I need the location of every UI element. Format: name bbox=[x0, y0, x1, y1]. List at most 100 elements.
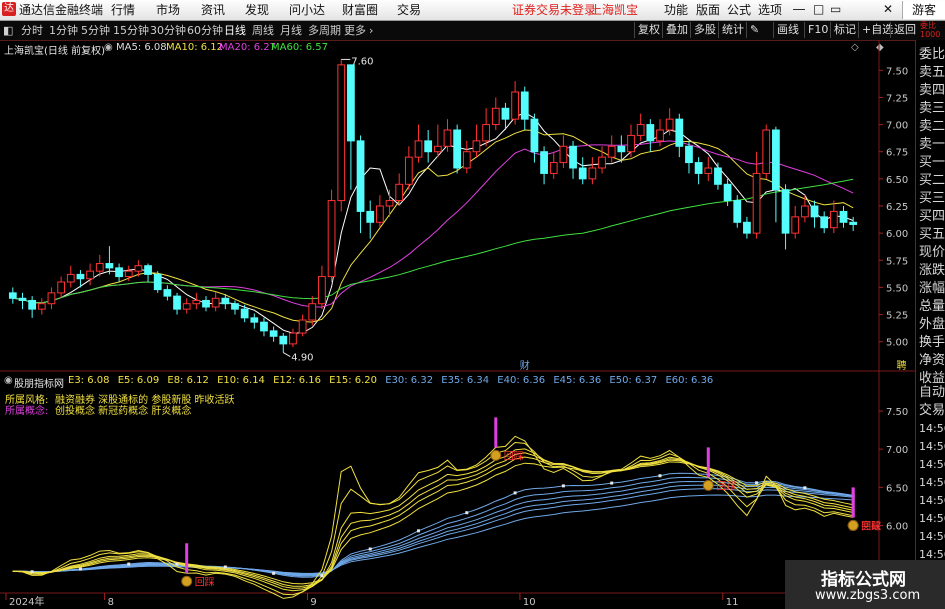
candle-body bbox=[163, 289, 172, 297]
y-tick-label: 7.50 bbox=[886, 66, 908, 77]
stats-button[interactable]: 统计 bbox=[718, 22, 747, 38]
side-panel-item[interactable]: 买二 bbox=[919, 172, 945, 190]
side-panel-item[interactable]: 外盘 bbox=[919, 316, 945, 334]
menu-item-formula[interactable]: 公式 bbox=[727, 3, 751, 17]
candle bbox=[569, 140, 577, 179]
tab-period-15min[interactable]: 15分钟 bbox=[113, 23, 149, 38]
menu-item-function[interactable]: 功能 bbox=[664, 3, 688, 17]
y-tick-label: 6.25 bbox=[886, 202, 908, 213]
candle-body bbox=[772, 129, 780, 191]
candle-body bbox=[115, 267, 123, 278]
candle-body bbox=[578, 167, 587, 180]
overlay-button[interactable]: 叠加 bbox=[662, 22, 691, 38]
candle bbox=[47, 287, 56, 310]
menu-item-discover[interactable]: 发现 bbox=[245, 3, 269, 17]
ema-dot bbox=[465, 511, 469, 515]
side-panel-item[interactable]: 买一 bbox=[919, 154, 945, 172]
side-panel-item[interactable]: 涨幅 bbox=[919, 280, 945, 298]
candle bbox=[347, 64, 355, 190]
tab-period-weekly[interactable]: 周线 bbox=[252, 23, 274, 38]
tab-period-30min[interactable]: 30分钟 bbox=[150, 23, 186, 38]
side-panel-item[interactable]: 买三 bbox=[919, 190, 945, 208]
ema-long-line bbox=[12, 494, 854, 574]
draw-icon[interactable]: ✎ bbox=[746, 22, 762, 38]
chevron-right-icon[interactable]: › bbox=[369, 23, 373, 38]
tab-period-multi[interactable]: 多周期 bbox=[308, 23, 341, 38]
candle-body bbox=[385, 200, 394, 207]
side-panel-item[interactable]: 卖四 bbox=[919, 82, 945, 100]
menu-item-market[interactable]: 行情 bbox=[111, 3, 135, 17]
side-panel-auto[interactable]: 自动 bbox=[919, 384, 945, 402]
menu-item-wealth[interactable]: 财富圈 bbox=[342, 3, 378, 17]
candle bbox=[18, 292, 27, 310]
menu-bar: 达 通达信金融终端 行情 市场 资讯 发现 问小达 财富圈 交易 证券交易未登录… bbox=[0, 0, 945, 21]
draw-line-button[interactable]: 画线 bbox=[773, 22, 802, 38]
tab-period-monthly[interactable]: 月线 bbox=[280, 23, 302, 38]
candle bbox=[192, 292, 201, 310]
candle-body bbox=[260, 321, 268, 332]
restore-rights-button[interactable]: 复权 bbox=[634, 22, 663, 38]
side-panel-auto[interactable]: 交易 bbox=[919, 402, 945, 420]
menu-item-trade[interactable]: 交易 bbox=[397, 3, 421, 17]
candle-body bbox=[675, 118, 684, 147]
minimize-icon[interactable]: ― bbox=[793, 2, 805, 16]
candle-body bbox=[47, 292, 56, 305]
candle-body bbox=[28, 299, 37, 310]
candle bbox=[231, 300, 239, 315]
menu-item-ask[interactable]: 问小达 bbox=[289, 3, 325, 17]
tab-period-timeshare[interactable]: 分时 bbox=[21, 23, 43, 38]
menu-item-markets[interactable]: 市场 bbox=[156, 3, 180, 17]
candle bbox=[182, 298, 191, 314]
kline-chart[interactable]: 7.604.90财聘 回踩回踩回踩回踩突破 7.507.257.006.756.… bbox=[0, 40, 915, 609]
tab-period-1min[interactable]: 1分钟 bbox=[49, 23, 78, 38]
side-panel-item[interactable]: 委比 bbox=[919, 46, 945, 64]
candle bbox=[202, 296, 210, 312]
candle bbox=[743, 216, 751, 239]
x-tick-label: 9 bbox=[310, 597, 316, 608]
back-button[interactable]: 返回 bbox=[890, 22, 919, 38]
side-panel-item[interactable]: 卖五 bbox=[919, 64, 945, 82]
side-panel-item[interactable]: 净资 bbox=[919, 352, 945, 370]
close-icon[interactable]: ✕ bbox=[883, 2, 893, 16]
mark-button[interactable]: 标记 bbox=[830, 22, 859, 38]
side-panel-item[interactable]: 卖二 bbox=[919, 118, 945, 136]
menu-item-news[interactable]: 资讯 bbox=[201, 3, 225, 17]
guest-button[interactable]: 游客 bbox=[902, 1, 945, 19]
toolbar-left-icon[interactable]: ◧ bbox=[3, 23, 13, 38]
ema-dot bbox=[658, 474, 662, 478]
side-panel-item[interactable]: 涨跌 bbox=[919, 262, 945, 280]
candle bbox=[839, 206, 848, 228]
multi-stock-button[interactable]: 多股 bbox=[690, 22, 719, 38]
ema-dot bbox=[175, 562, 179, 566]
money-bag-icon bbox=[490, 449, 502, 461]
maximize-icon[interactable]: □ bbox=[813, 2, 824, 16]
candle bbox=[337, 59, 346, 212]
side-panel-item[interactable]: 买五 bbox=[919, 226, 945, 244]
tab-period-more[interactable]: 更多 bbox=[344, 23, 366, 38]
tab-period-daily[interactable]: 日线 bbox=[224, 23, 246, 38]
candle-body bbox=[559, 145, 568, 164]
login-warning[interactable]: 证券交易未登录 bbox=[512, 3, 596, 17]
side-panel-item[interactable]: 卖三 bbox=[919, 100, 945, 118]
menu-item-options[interactable]: 选项 bbox=[758, 3, 782, 17]
menu-item-layout[interactable]: 版面 bbox=[696, 3, 720, 17]
tab-period-60min[interactable]: 60分钟 bbox=[187, 23, 223, 38]
candle bbox=[636, 113, 645, 141]
candle bbox=[714, 162, 722, 190]
x-tick-label: 11 bbox=[726, 597, 739, 608]
side-panel-time: 14:56 bbox=[919, 440, 945, 453]
candle-body bbox=[656, 129, 664, 142]
side-panel-item[interactable]: 卖一 bbox=[919, 136, 945, 154]
f10-button[interactable]: F10 bbox=[804, 22, 831, 38]
side-panel-item[interactable]: 现价 bbox=[919, 244, 945, 262]
candle-body bbox=[511, 91, 519, 120]
tab-period-5min[interactable]: 5分钟 bbox=[81, 23, 110, 38]
candle bbox=[105, 246, 114, 275]
candle-body bbox=[501, 107, 510, 120]
x-tick-label: 2024年 bbox=[9, 595, 44, 608]
restore-icon[interactable]: ▭ bbox=[830, 2, 841, 16]
side-panel-item[interactable]: 总量 bbox=[919, 298, 945, 316]
side-panel-item[interactable]: 换手 bbox=[919, 334, 945, 352]
side-panel-item[interactable]: 买四 bbox=[919, 208, 945, 226]
candle bbox=[86, 263, 94, 286]
